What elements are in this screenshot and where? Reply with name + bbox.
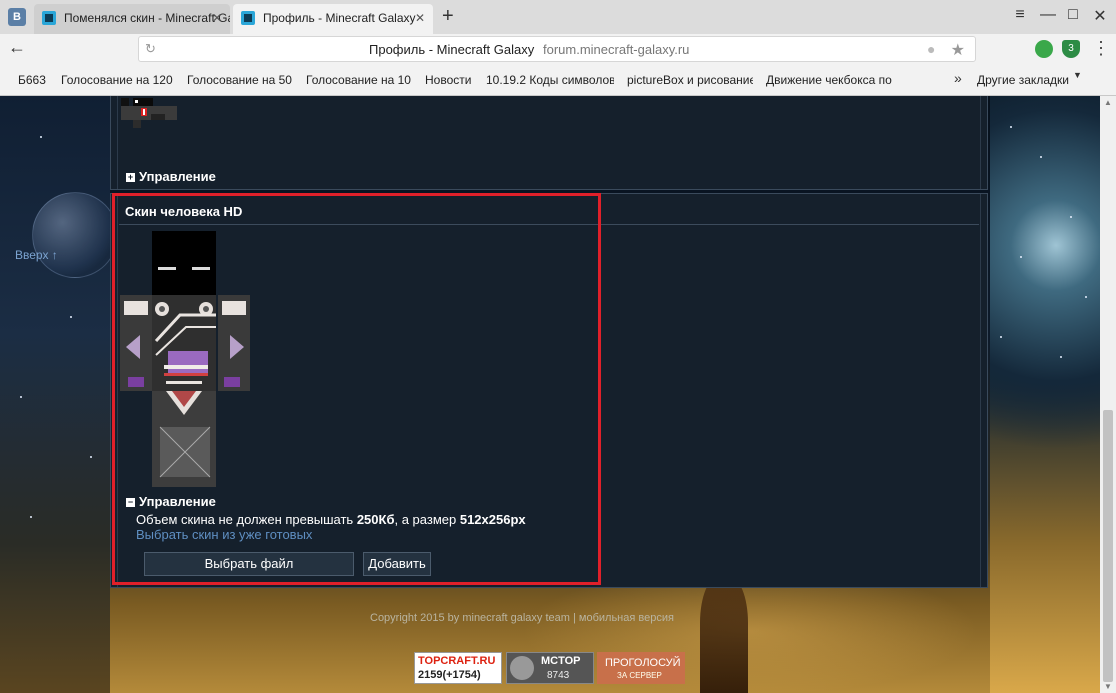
shield-extension-icon[interactable]: 3 <box>1062 40 1080 58</box>
bookmarks-bar: Б663 Голосование на 120 Голосование на 5… <box>0 64 1116 96</box>
bookmark-item[interactable]: Голосование на 50 <box>187 73 295 87</box>
bookmark-item[interactable]: Б663 <box>18 73 50 87</box>
other-bookmarks-folder[interactable]: Другие закладки <box>977 73 1069 87</box>
upload-requirements: Объем скина не должен превышать 250Кб, а… <box>136 512 526 527</box>
management-toggle[interactable]: − Управление <box>126 494 216 509</box>
skin-panel-previous: + Управление <box>110 96 988 190</box>
omnibox-url: forum.minecraft-galaxy.ru <box>543 42 690 57</box>
vote-banner[interactable]: ПРОГОЛОСУЙ ЗА СЕРВЕР <box>597 652 685 684</box>
tree-decoration <box>700 576 748 693</box>
browser-menu-icon[interactable]: ⋮ <box>1092 38 1110 59</box>
close-tab-icon[interactable]: ✕ <box>413 4 427 32</box>
maximize-button[interactable]: □ <box>1063 6 1083 24</box>
lightbulb-icon[interactable]: ● <box>927 41 941 57</box>
bookmark-item[interactable]: Новости <box>425 73 475 87</box>
bookmark-item[interactable]: Голосование на 10 <box>306 73 414 87</box>
scroll-down-arrow-icon[interactable]: ▼ <box>1104 682 1112 691</box>
hd-skin-preview <box>120 231 250 487</box>
omnibox-title: Профиль - Minecraft Galaxy <box>369 42 535 57</box>
minecraft-favicon-icon <box>241 11 255 25</box>
collapse-icon: − <box>126 497 135 507</box>
hd-skin-panel: Скин человека HD − Управление Объем скин… <box>110 193 988 588</box>
minimize-button[interactable]: — <box>1038 6 1058 24</box>
background-left <box>0 96 110 693</box>
scroll-to-top-link[interactable]: Вверх ↑ <box>15 248 58 262</box>
bookmark-item[interactable]: pictureBox и рисование <box>627 73 753 87</box>
management-label: Управление <box>139 169 216 184</box>
new-tab-button[interactable]: + <box>442 5 454 28</box>
panel-title: Скин человека HD <box>125 204 243 219</box>
tab-label: Поменялся скин - Minecraft Ga <box>64 11 230 25</box>
footer-copyright: Copyright 2015 by minecraft galaxy team … <box>370 612 674 624</box>
close-window-button[interactable]: ✕ <box>1090 6 1110 26</box>
menu-icon[interactable]: ≡ <box>1010 6 1030 24</box>
tab-bar: B Поменялся скин - Minecraft Ga ✕ Профил… <box>0 0 1116 34</box>
chevron-down-icon[interactable]: ▼ <box>1073 70 1082 80</box>
mini-skin-preview <box>121 98 177 128</box>
topcraft-banner[interactable]: TOPCRAFT.RU 2159(+1754) <box>414 652 502 684</box>
address-bar-row: ← ↻ Профиль - Minecraft Galaxy forum.min… <box>0 34 1116 64</box>
expand-icon: + <box>126 172 135 182</box>
bookmark-item[interactable]: 10.19.2 Коды символов <box>486 73 614 87</box>
choose-file-button[interactable]: Выбрать файл <box>144 552 354 576</box>
background-right <box>990 96 1100 693</box>
mctop-logo-icon <box>510 656 534 680</box>
tab-label: Профиль - Minecraft Galaxy <box>263 11 416 25</box>
scroll-up-arrow-icon[interactable]: ▲ <box>1104 98 1112 107</box>
bookmarks-overflow-button[interactable]: » <box>954 70 962 86</box>
vk-app-icon[interactable]: B <box>8 8 26 26</box>
minecraft-favicon-icon <box>42 11 56 25</box>
add-button[interactable]: Добавить <box>363 552 431 576</box>
planet-bubble-decoration <box>32 192 118 278</box>
omnibox[interactable]: ↻ Профиль - Minecraft Galaxy forum.minec… <box>138 36 976 62</box>
page-viewport: Вверх ↑ + Управление Скин человека HD − … <box>0 96 1100 693</box>
close-tab-icon[interactable]: ✕ <box>210 4 224 32</box>
choose-existing-skin-link[interactable]: Выбрать скин из уже готовых <box>136 527 312 542</box>
scrollbar-thumb[interactable] <box>1103 410 1113 682</box>
page-scrollbar[interactable]: ▲ ▼ <box>1100 96 1116 693</box>
extension-icon[interactable] <box>1035 40 1053 58</box>
mctop-banner[interactable]: MCTOP 8743 <box>506 652 594 684</box>
management-toggle[interactable]: + Управление <box>126 169 216 184</box>
reload-icon[interactable]: ↻ <box>145 41 156 57</box>
management-label: Управление <box>139 494 216 509</box>
bookmark-item[interactable]: Голосование на 120 <box>61 73 176 87</box>
back-button[interactable]: ← <box>8 37 26 58</box>
divider <box>119 224 979 225</box>
bookmark-star-icon[interactable]: ★ <box>951 40 965 60</box>
tab-profile[interactable]: Профиль - Minecraft Galaxy ✕ <box>233 4 433 34</box>
bookmark-item[interactable]: Движение чекбокса по <box>766 73 892 87</box>
tab-skin-changed[interactable]: Поменялся скин - Minecraft Ga ✕ <box>34 4 230 34</box>
